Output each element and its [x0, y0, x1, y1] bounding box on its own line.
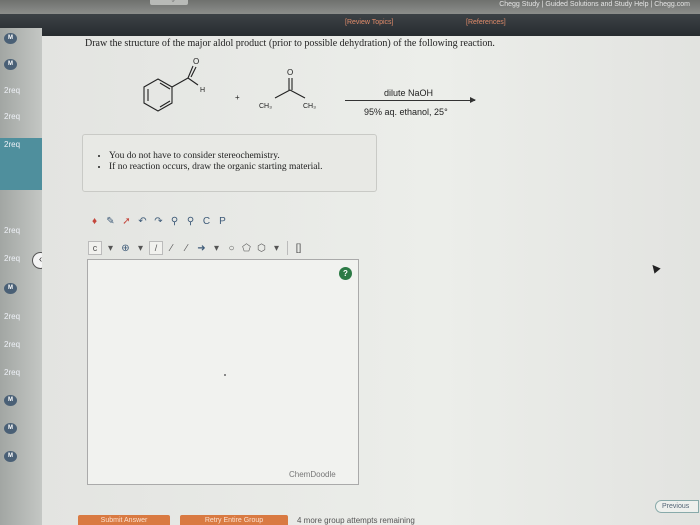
instruction-item: If no reaction occurs, draw the organic … — [109, 162, 376, 172]
submit-answer-button[interactable]: Submit Answer — [78, 515, 170, 525]
mastery-badge: M — [4, 423, 17, 434]
triple-bond-icon[interactable]: ∕ — [180, 242, 193, 255]
plus-sign: + — [235, 93, 240, 102]
zoom-in-icon[interactable]: ⚲ — [168, 215, 181, 228]
sidebar-item[interactable]: 2req — [0, 86, 42, 95]
sidebar-item[interactable]: M — [0, 58, 42, 70]
reagent-top: dilute NaOH — [384, 88, 434, 98]
sidebar-item[interactable]: M — [0, 422, 42, 434]
paste-icon[interactable]: P — [216, 215, 229, 228]
radical-icon[interactable]: ⊕ — [119, 242, 132, 255]
undo-icon[interactable]: ↶ — [136, 215, 149, 228]
reaction-scheme: O H + O CH₃ CH₃ — [143, 57, 316, 112]
sidebar-item[interactable]: 2req — [0, 340, 42, 349]
sidebar-item-active[interactable]: 2req — [0, 138, 42, 190]
oxygen-label: O — [287, 68, 293, 77]
instructions-box: You do not have to consider stereochemis… — [82, 134, 377, 192]
sidebar-item[interactable]: M — [0, 32, 42, 44]
drawing-toolbar-bottom: c ▾ ⊕ ▾ / ∕ ∕ ➜ ▾ ○ ⬠ ⬡ ▾ [] — [88, 240, 305, 256]
references-link[interactable]: [References] — [466, 19, 506, 26]
review-topics-link[interactable]: [Review Topics] — [345, 19, 394, 26]
cyclopropane-icon[interactable]: ○ — [225, 242, 238, 255]
pencil-icon[interactable]: ✎ — [104, 215, 117, 228]
acetone-structure — [274, 78, 306, 99]
mastery-badge: M — [4, 33, 17, 44]
lasso-icon[interactable]: ➚ — [120, 215, 133, 228]
wedge-bond-icon[interactable]: ➜ — [195, 242, 208, 255]
toolbar-divider — [287, 241, 288, 255]
browser-tab[interactable]: ning — [150, 0, 188, 5]
reagent-bottom: 95% aq. ethanol, 25° — [364, 107, 448, 117]
previous-button[interactable]: Previous — [655, 500, 699, 513]
cyclopentane-icon[interactable]: ⬠ — [240, 242, 253, 255]
hexagon-icon[interactable]: ⬡ — [255, 242, 268, 255]
browser-title-bar: ning Chegg Study | Guided Solutions and … — [0, 0, 700, 14]
double-bond-icon[interactable]: ∕ — [165, 242, 178, 255]
hydrogen-label: H — [200, 87, 205, 94]
zoom-out-icon[interactable]: ⚲ — [184, 215, 197, 228]
attempts-remaining: 4 more group attempts remaining — [297, 516, 415, 525]
mastery-badge: M — [4, 395, 17, 406]
mastery-badge: M — [4, 283, 17, 294]
eraser-icon[interactable]: ♦ — [88, 215, 101, 228]
chevron-down-icon[interactable]: ▾ — [104, 242, 117, 255]
sidebar-item[interactable]: 2req — [0, 112, 42, 121]
oxygen-label: O — [193, 57, 199, 66]
benzaldehyde-structure — [143, 65, 199, 112]
sidebar-item[interactable]: 2req — [0, 226, 42, 235]
chevron-down-icon[interactable]: ▾ — [270, 242, 283, 255]
mastery-badge: M — [4, 59, 17, 70]
instruction-item: You do not have to consider stereochemis… — [109, 151, 376, 161]
charge-icon[interactable]: c — [88, 241, 102, 255]
retry-group-button[interactable]: Retry Entire Group — [180, 515, 288, 525]
copy-icon[interactable]: C — [200, 215, 213, 228]
canvas-dot — [224, 374, 226, 376]
chemdoodle-label: ChemDoodle — [289, 470, 336, 479]
bracket-icon[interactable]: [] — [292, 242, 305, 255]
mastery-badge: M — [4, 451, 17, 462]
question-prompt: Draw the structure of the major aldol pr… — [85, 38, 495, 49]
chemdoodle-canvas[interactable] — [87, 259, 359, 485]
drawing-toolbar-top: ♦ ✎ ➚ ↶ ↷ ⚲ ⚲ C P — [88, 213, 229, 229]
help-icon[interactable]: ? — [339, 267, 352, 280]
browser-title: Chegg Study | Guided Solutions and Study… — [499, 1, 690, 8]
sidebar-item[interactable]: 2req — [0, 368, 42, 377]
methyl-label: CH₃ — [259, 103, 272, 110]
chevron-down-icon[interactable]: ▾ — [210, 242, 223, 255]
sidebar-item[interactable]: M — [0, 450, 42, 462]
methyl-label: CH₃ — [303, 103, 316, 110]
chevron-down-icon[interactable]: ▾ — [134, 242, 147, 255]
sidebar-item[interactable]: M — [0, 394, 42, 406]
sidebar: M M 2req 2req 2req 2req 2req M 2req 2req… — [0, 28, 42, 525]
sidebar-item[interactable]: 2req — [0, 312, 42, 321]
single-bond-icon[interactable]: / — [149, 241, 163, 255]
redo-icon[interactable]: ↷ — [152, 215, 165, 228]
sidebar-item[interactable]: M — [0, 282, 42, 294]
reaction-arrow — [345, 97, 476, 103]
